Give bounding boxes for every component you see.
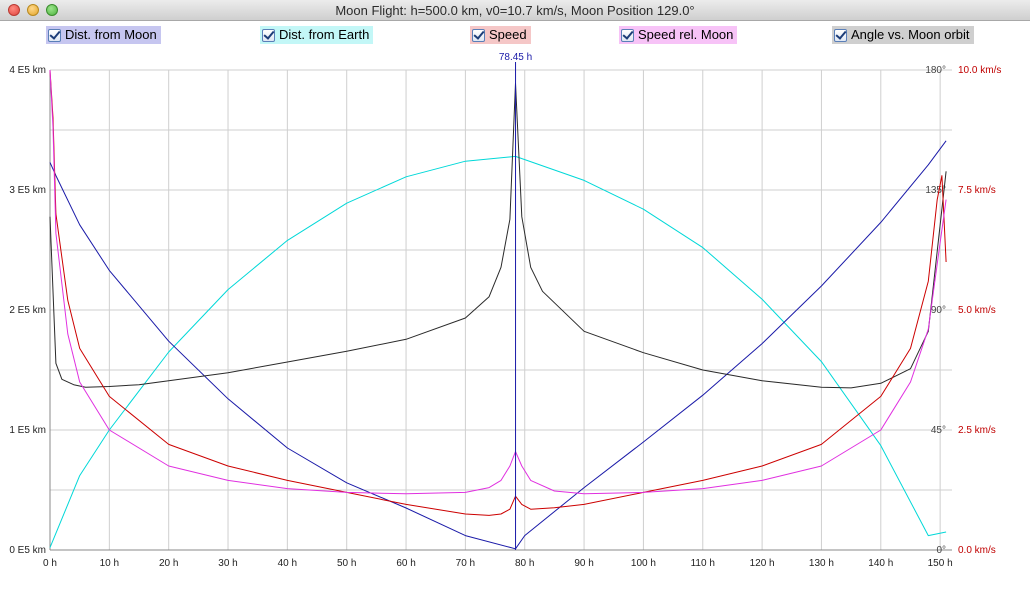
y-left-tick-label: 4 E5 km [9,65,46,76]
x-tick-label: 40 h [278,558,297,569]
y-left-tick-label: 2 E5 km [9,305,46,316]
x-tick-label: 100 h [631,558,656,569]
series-line-dist-from-moon [49,140,947,550]
y-left-tick-label: 0 E5 km [9,545,46,556]
y-speed-tick-label: 10.0 km/s [958,65,1001,76]
x-tick-label: 130 h [809,558,834,569]
app-window: Moon Flight: h=500.0 km, v0=10.7 km/s, M… [0,0,1030,600]
x-tick-label: 80 h [515,558,534,569]
y-speed-tick-label: 7.5 km/s [958,185,996,196]
x-tick-label: 0 h [43,558,57,569]
x-tick-label: 140 h [868,558,893,569]
y-angle-tick-label: 90° [931,305,946,316]
series-line-dist-from-earth [49,155,947,548]
x-tick-label: 60 h [396,558,415,569]
series-line-speed [49,69,947,516]
x-tick-label: 10 h [100,558,119,569]
x-tick-label: 50 h [337,558,356,569]
x-tick-label: 20 h [159,558,178,569]
y-speed-tick-label: 5.0 km/s [958,305,996,316]
series-line-angle-vs-moon-orbit [49,82,947,389]
x-tick-label: 90 h [574,558,593,569]
y-angle-tick-label: 180° [925,65,946,76]
y-speed-tick-label: 2.5 km/s [958,425,996,436]
x-tick-label: 120 h [750,558,775,569]
y-left-tick-label: 1 E5 km [9,425,46,436]
x-tick-label: 110 h [691,558,715,569]
flight-chart: 0 h 10 h 20 h 30 h 40 h 50 h 60 h 70 h 80 h 90 h 1… [9,52,1001,569]
y-speed-tick-label: 0.0 km/s [958,545,996,556]
x-tick-label: 30 h [218,558,237,569]
x-tick-label: 150 h [928,558,953,569]
x-tick-label: 70 h [456,558,475,569]
time-marker-label: 78.45 h [499,52,532,63]
y-left-tick-label: 3 E5 km [9,185,46,196]
y-angle-tick-label: 0° [936,545,946,556]
y-angle-tick-label: 45° [931,425,946,436]
